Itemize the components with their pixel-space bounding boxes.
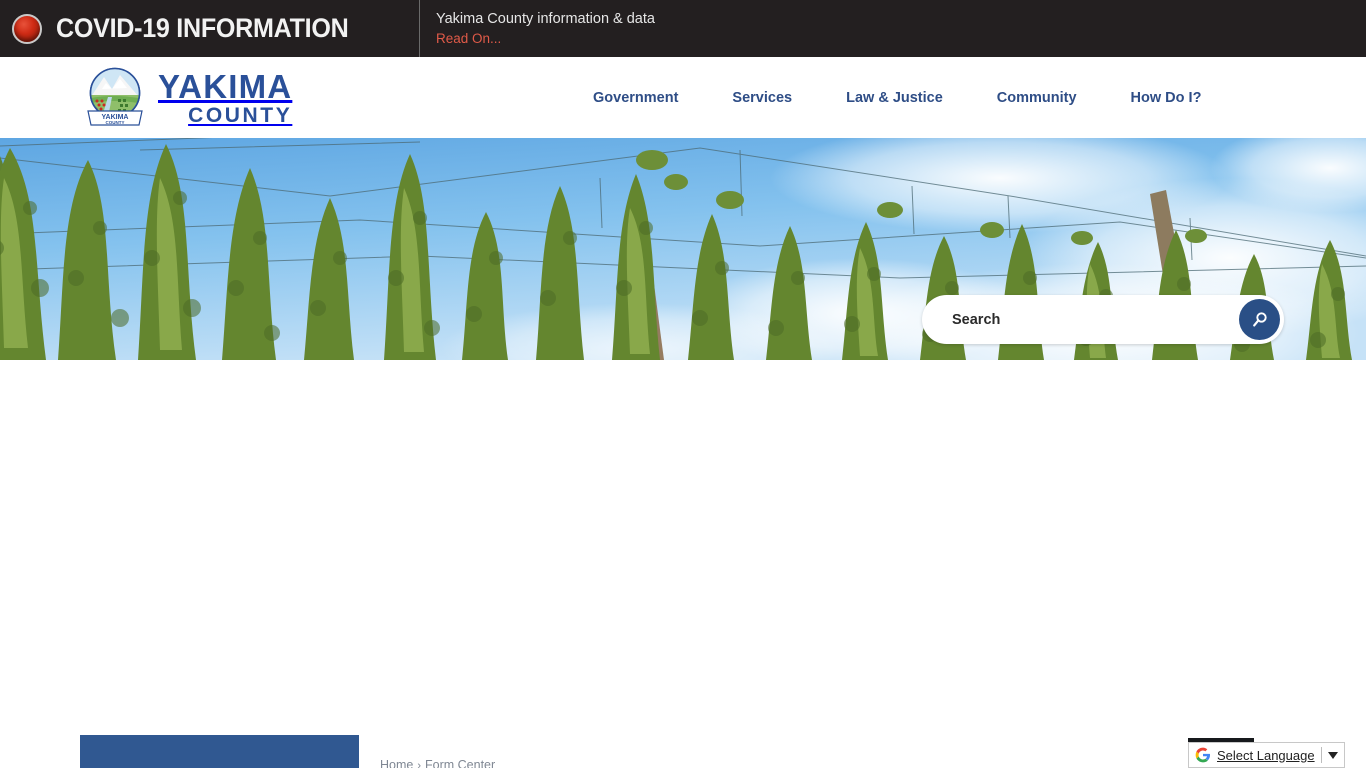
page-body: Home›Form Center Form Center Search Form… xyxy=(0,360,1366,768)
breadcrumb-separator: › xyxy=(417,760,422,768)
site-logo[interactable]: YAKIMA COUNTY YAKIMA COUNTY xyxy=(82,67,292,129)
covid-alert-title-group: COVID-19 INFORMATION xyxy=(0,0,420,57)
site-masthead: YAKIMA COUNTY YAKIMA COUNTY Government S… xyxy=(0,57,1366,138)
nav-item-how-do-i[interactable]: How Do I? xyxy=(1104,90,1229,106)
breadcrumb-current: Form Center xyxy=(425,758,496,768)
red-alert-dot-icon xyxy=(12,13,42,44)
chevron-down-icon xyxy=(1327,751,1338,759)
logo-primary-text: YAKIMA xyxy=(158,67,293,105)
translate-select-language-label: Select Language xyxy=(1217,747,1315,763)
breadcrumb: Home › Form Center xyxy=(380,758,1262,768)
yakima-county-seal-icon: YAKIMA COUNTY xyxy=(87,67,143,126)
main-navigation: Government Services Law & Justice Commun… xyxy=(566,57,1228,138)
hero-search-input[interactable] xyxy=(952,311,1202,328)
covid-alert-message-group: Yakima County information & data Read On… xyxy=(420,0,655,57)
translate-divider xyxy=(1320,747,1322,763)
site-logo-text: YAKIMA COUNTY xyxy=(158,70,292,126)
breadcrumb-home[interactable]: Home xyxy=(380,758,413,768)
hero-search-bar[interactable] xyxy=(922,295,1284,344)
covid-alert-bar: COVID-19 INFORMATION Yakima County infor… xyxy=(0,0,1366,57)
covid-alert-title: COVID-19 INFORMATION xyxy=(56,13,349,43)
covid-alert-subtitle: Yakima County information & data xyxy=(436,10,655,27)
google-translate-widget[interactable]: Select Language xyxy=(1188,742,1345,768)
nav-item-law-justice[interactable]: Law & Justice xyxy=(819,90,970,106)
hero-banner xyxy=(0,138,1366,360)
hero-search-button[interactable] xyxy=(1239,299,1280,340)
search-icon xyxy=(1252,311,1267,326)
google-g-icon xyxy=(1195,747,1211,763)
nav-item-government[interactable]: Government xyxy=(566,90,705,106)
svg-text:COUNTY: COUNTY xyxy=(106,120,125,125)
main-content: Home›Form Center Form Center Search Form… xyxy=(380,758,1262,768)
covid-read-on-link[interactable]: Read On... xyxy=(436,29,655,48)
left-sidebar-panel[interactable] xyxy=(80,735,359,768)
logo-secondary-text: COUNTY xyxy=(188,103,293,127)
nav-item-community[interactable]: Community xyxy=(970,90,1104,106)
nav-item-services[interactable]: Services xyxy=(705,90,819,106)
